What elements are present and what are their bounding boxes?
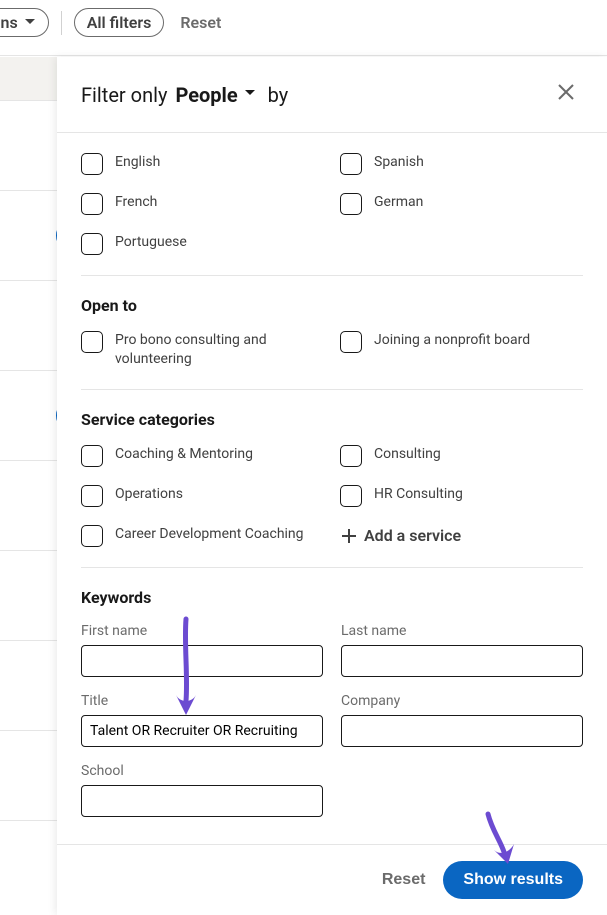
checkbox-icon <box>340 331 362 353</box>
checkbox-career-dev-coaching[interactable]: Career Development Coaching <box>81 525 324 547</box>
last-name-input[interactable] <box>341 645 583 677</box>
company-label: Company <box>341 693 583 709</box>
first-name-input[interactable] <box>81 645 323 677</box>
filters-topbar: cations All filters Reset <box>0 0 607 56</box>
checkbox-icon <box>340 485 362 507</box>
checkbox-label: English <box>115 153 160 172</box>
checkbox-probono[interactable]: Pro bono consulting and volunteering <box>81 331 324 369</box>
checkbox-label: Career Development Coaching <box>115 525 304 544</box>
checkbox-portuguese[interactable]: Portuguese <box>81 233 324 255</box>
first-name-field: First name <box>81 623 323 677</box>
languages-section: English Spanish French German Portuguese <box>81 133 583 276</box>
filters-panel: Filter only People by English Spanish Fr… <box>57 57 607 915</box>
checkbox-label: HR Consulting <box>374 485 463 504</box>
title-label: Title <box>81 693 323 709</box>
first-name-label: First name <box>81 623 323 639</box>
keywords-grid: First name Last name Title Company Schoo… <box>81 623 583 817</box>
checkbox-coaching-mentoring[interactable]: Coaching & Mentoring <box>81 445 324 467</box>
open-to-section: Open to Pro bono consulting and voluntee… <box>81 276 583 390</box>
show-results-button[interactable]: Show results <box>443 861 583 899</box>
by-label: by <box>268 83 289 107</box>
company-field: Company <box>341 693 583 747</box>
close-button[interactable] <box>549 75 583 114</box>
checkbox-label: French <box>115 193 157 212</box>
locations-chip-label: cations <box>0 13 18 32</box>
checkbox-hr-consulting[interactable]: HR Consulting <box>340 485 583 507</box>
plus-icon <box>340 527 358 545</box>
languages-grid: English Spanish French German Portuguese <box>81 153 583 255</box>
checkbox-english[interactable]: English <box>81 153 324 175</box>
checkbox-icon <box>340 445 362 467</box>
checkbox-french[interactable]: French <box>81 193 324 215</box>
add-service-label: Add a service <box>364 526 461 545</box>
panel-body[interactable]: English Spanish French German Portuguese… <box>57 133 607 844</box>
checkbox-icon <box>81 485 103 507</box>
vertical-separator <box>61 11 62 35</box>
service-categories-grid: Coaching & Mentoring Consulting Operatio… <box>81 445 583 547</box>
open-to-grid: Pro bono consulting and volunteering Joi… <box>81 331 583 369</box>
caret-down-icon <box>244 87 256 103</box>
checkbox-icon <box>81 233 103 255</box>
checkbox-label: Coaching & Mentoring <box>115 445 253 464</box>
checkbox-nonprofit-board[interactable]: Joining a nonprofit board <box>340 331 583 369</box>
caret-down-icon <box>24 13 36 32</box>
checkbox-consulting[interactable]: Consulting <box>340 445 583 467</box>
checkbox-label: Joining a nonprofit board <box>374 331 530 350</box>
checkbox-icon <box>81 445 103 467</box>
checkbox-label: Pro bono consulting and volunteering <box>115 331 324 369</box>
keywords-title: Keywords <box>81 588 583 607</box>
panel-footer: Reset Show results <box>57 844 607 915</box>
filter-only-label: Filter only <box>81 83 167 107</box>
service-categories-title: Service categories <box>81 410 583 429</box>
checkbox-german[interactable]: German <box>340 193 583 215</box>
company-input[interactable] <box>341 715 583 747</box>
last-name-label: Last name <box>341 623 583 639</box>
checkbox-label: Consulting <box>374 445 441 464</box>
entity-dropdown[interactable]: People <box>175 83 255 107</box>
school-field: School <box>81 763 323 817</box>
checkbox-icon <box>340 153 362 175</box>
all-filters-chip[interactable]: All filters <box>74 8 165 37</box>
open-to-title: Open to <box>81 296 583 315</box>
checkbox-icon <box>81 153 103 175</box>
checkbox-icon <box>340 193 362 215</box>
close-icon <box>555 81 577 103</box>
checkbox-icon <box>81 525 103 547</box>
panel-header: Filter only People by <box>57 57 607 133</box>
school-input[interactable] <box>81 785 323 817</box>
entity-dropdown-value: People <box>175 83 237 107</box>
reset-button-label: Reset <box>382 871 426 888</box>
checkbox-label: German <box>374 193 423 212</box>
all-filters-chip-label: All filters <box>87 13 152 32</box>
topbar-reset-button[interactable]: Reset <box>172 9 229 36</box>
school-label: School <box>81 763 323 779</box>
service-categories-section: Service categories Coaching & Mentoring … <box>81 390 583 568</box>
reset-button[interactable]: Reset <box>382 871 426 889</box>
checkbox-label: Operations <box>115 485 183 504</box>
checkbox-icon <box>81 331 103 353</box>
checkbox-label: Portuguese <box>115 233 187 252</box>
checkbox-operations[interactable]: Operations <box>81 485 324 507</box>
keywords-section: Keywords First name Last name Title Comp… <box>81 568 583 837</box>
last-name-field: Last name <box>341 623 583 677</box>
checkbox-spanish[interactable]: Spanish <box>340 153 583 175</box>
title-field: Title <box>81 693 323 747</box>
locations-chip[interactable]: cations <box>0 8 49 37</box>
checkbox-label: Spanish <box>374 153 424 172</box>
show-results-label: Show results <box>463 871 563 888</box>
checkbox-icon <box>81 193 103 215</box>
topbar-reset-label: Reset <box>180 13 221 32</box>
add-service-button[interactable]: Add a service <box>340 525 583 547</box>
title-input[interactable] <box>81 715 323 747</box>
